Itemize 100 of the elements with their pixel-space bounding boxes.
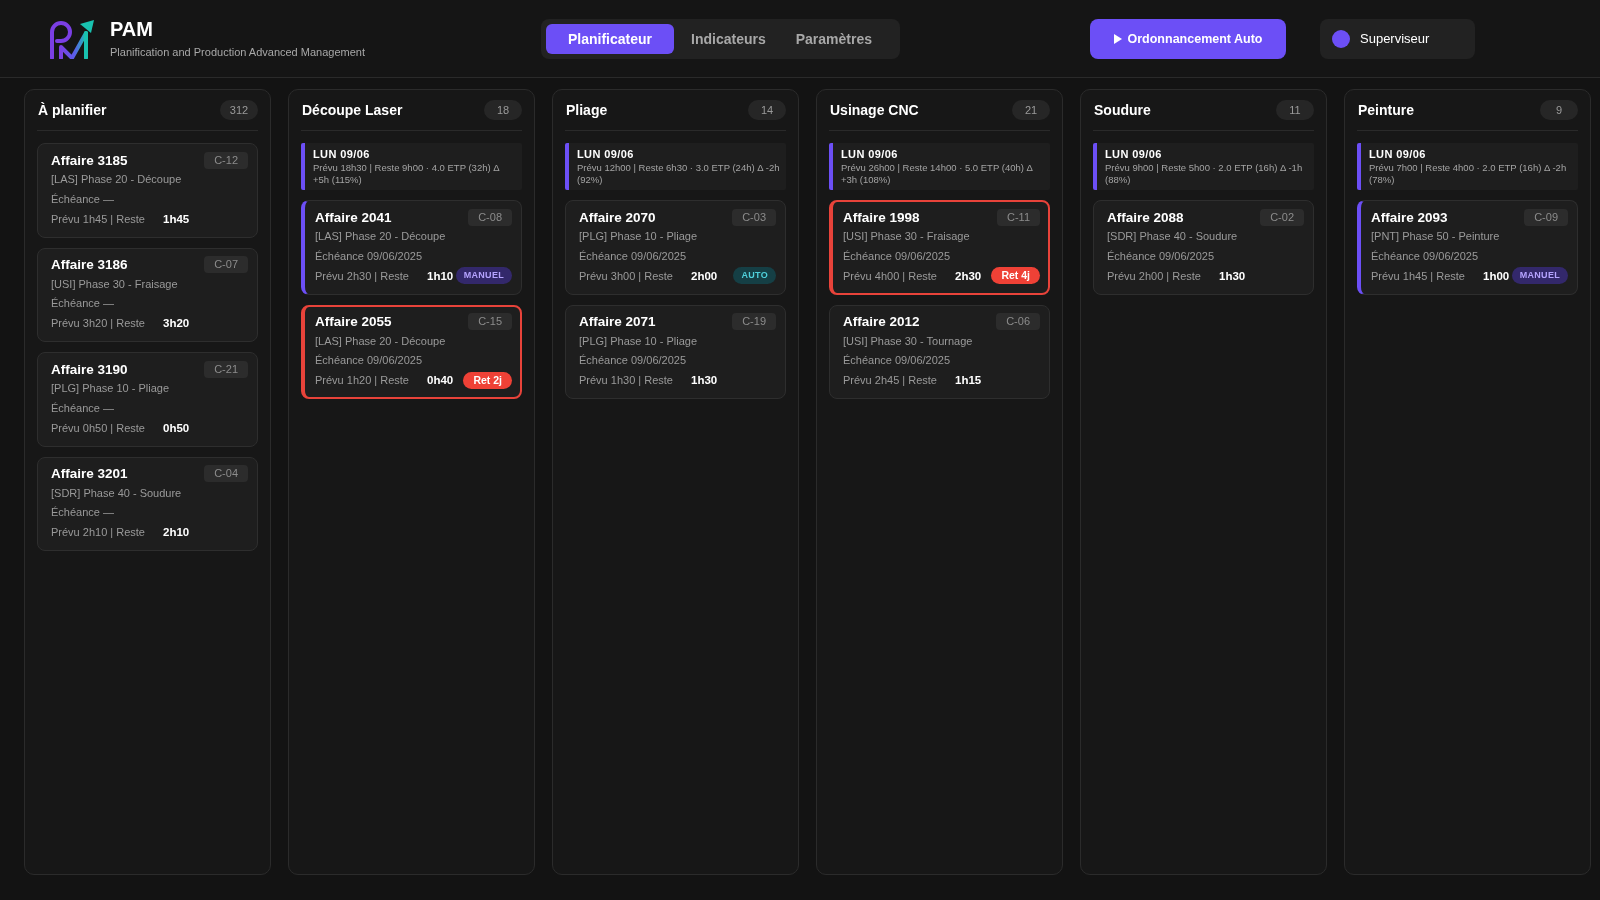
job-card[interactable]: Affaire 3186 C-07 [USI] Phase 30 - Fraisage Échéance — Prévu 3h20 | Reste 3h20: [37, 247, 258, 342]
phase-text: [SDR] Phase 40 - Soudure: [51, 485, 183, 501]
phase-text: [USI] Phase 30 - Tournage: [843, 333, 974, 349]
column-title: À planifier: [38, 102, 107, 118]
code-tag: C-11: [996, 208, 1040, 226]
remaining-value: 1h00: [1483, 269, 1510, 282]
planned-text: Prévu 1h30 | Reste: [579, 374, 674, 387]
nav-tab[interactable]: Paramètres: [782, 23, 885, 54]
job-card[interactable]: Affaire 2071 C-19 [PLG] Phase 10 - Pliage Échéance 09/06/2025 Prévu 1h30 | Reste 1h30: [565, 304, 786, 399]
column-title: Peinture: [1358, 102, 1414, 118]
code-tag: C-12: [204, 151, 248, 169]
job-card[interactable]: Affaire 2012 C-06 [USI] Phase 30 - Tournage Échéance 09/06/2025 Prévu 2h45 | Reste 1h15: [829, 304, 1050, 399]
remaining-value: 1h10: [427, 269, 454, 282]
planned-text: Prévu 2h00 | Reste: [1107, 269, 1202, 282]
job-card[interactable]: Affaire 2041 C-08 [LAS] Phase 20 - Découpe Échéance 09/06/2025 Prévu 2h30 | Reste 1h10 MANUEL: [301, 200, 522, 295]
job-card[interactable]: Affaire 2088 C-02 [SDR] Phase 40 - Soudure Échéance 09/06/2025 Prévu 2h00 | Reste 1h30: [1093, 200, 1314, 295]
user-button[interactable]: Superviseur: [1320, 18, 1475, 59]
planned-text: Prévu 3h00 | Reste: [579, 269, 674, 282]
remaining-value: 1h45: [163, 212, 190, 225]
planned-text: Prévu 1h45 | Reste: [1371, 269, 1466, 282]
mode-badge: MANUEL: [455, 267, 512, 285]
job-title: Affaire 2012: [843, 314, 920, 329]
job-title: Affaire 3201: [51, 466, 128, 481]
phase-text: [LAS] Phase 20 - Découpe: [51, 172, 183, 187]
job-title: Affaire 2071: [579, 314, 656, 329]
mode-badge: MANUEL: [1511, 267, 1568, 285]
day-summary-text: Prévu 18h30 | Reste 9h00 · 4.0 ETP (32h) Δ +5h (115%): [313, 162, 501, 186]
nav-tab[interactable]: Indicateurs: [678, 23, 779, 54]
planned-text: Prévu 2h45 | Reste: [843, 374, 938, 387]
count-badge: 14: [748, 100, 786, 120]
phase-text: [PLG] Phase 10 - Pliage: [579, 229, 698, 244]
column-title: Pliage: [566, 102, 608, 118]
due-date-text: Échéance —: [51, 505, 115, 520]
job-title: Affaire 3185: [51, 152, 128, 168]
job-card[interactable]: Affaire 2055 C-15 [LAS] Phase 20 - Découpe Échéance 09/06/2025 Prévu 1h20 | Reste 0h40 Ret 2j: [301, 304, 522, 399]
due-date-text: Échéance 09/06/2025: [579, 353, 688, 368]
job-card[interactable]: Affaire 2070 C-03 [PLG] Phase 10 - Pliage Échéance 09/06/2025 Prévu 3h00 | Reste 2h00 AUTO: [565, 200, 786, 295]
day-summary-text: Prévu 12h00 | Reste 6h30 · 3.0 ETP (24h) Δ -2h (92%): [577, 162, 780, 186]
planned-text: Prévu 3h20 | Reste: [51, 317, 146, 330]
day-summary-text: Prévu 26h00 | Reste 14h00 · 5.0 ETP (40h) Δ +3h (108%): [841, 162, 1034, 186]
remaining-value: 2h30: [955, 269, 982, 282]
job-card[interactable]: Affaire 2093 C-09 [PNT] Phase 50 - Peinture Échéance 09/06/2025 Prévu 1h45 | Reste 1h00 MANUEL: [1357, 200, 1578, 295]
job-title: Affaire 2070: [579, 209, 656, 225]
remaining-value: 2h10: [163, 526, 190, 539]
day-summary-text: Prévu 9h00 | Reste 5h00 · 2.0 ETP (16h) Δ -1h (88%): [1105, 162, 1304, 186]
job-card[interactable]: Affaire 3185 C-12 [LAS] Phase 20 - Découpe Échéance — Prévu 1h45 | Reste 1h45: [37, 143, 258, 238]
planned-text: Prévu 2h10 | Reste: [51, 526, 146, 539]
code-tag: C-07: [204, 256, 248, 273]
job-card[interactable]: Affaire 3201 C-04 [SDR] Phase 40 - Soudure Échéance — Prévu 2h10 | Reste 2h10: [37, 456, 258, 551]
planned-text: Prévu 1h45 | Reste: [51, 212, 146, 225]
phase-text: [SDR] Phase 40 - Soudure: [1107, 229, 1239, 244]
code-tag: C-19: [732, 313, 776, 330]
job-title: Affaire 2055: [315, 314, 392, 329]
job-title: Affaire 3186: [51, 257, 128, 272]
app-subtitle: Planification and Production Advanced Management: [110, 45, 365, 59]
phase-text: [USI] Phase 30 - Fraisage: [51, 276, 179, 292]
phase-text: [LAS] Phase 20 - Découpe: [315, 333, 447, 349]
app-title: PAM: [110, 18, 154, 40]
count-badge: 9: [1540, 100, 1578, 120]
column-title: Découpe Laser: [302, 102, 403, 118]
day-label: LUN 09/06: [577, 147, 635, 161]
remaining-value: 1h30: [691, 374, 718, 387]
phase-text: [PLG] Phase 10 - Pliage: [51, 381, 170, 396]
mode-badge: AUTO: [733, 267, 776, 285]
remaining-value: 1h30: [1219, 269, 1246, 282]
due-date-text: Échéance 09/06/2025: [315, 353, 424, 368]
auto-schedule-button[interactable]: Ordonnancement Auto: [1090, 18, 1286, 59]
count-badge: 11: [1276, 100, 1314, 120]
day-label: LUN 09/06: [841, 147, 899, 161]
job-title: Affaire 2041: [315, 209, 392, 225]
code-tag: C-08: [468, 208, 512, 226]
remaining-value: 0h40: [427, 374, 454, 387]
day-summary-text: Prévu 7h00 | Reste 4h00 · 2.0 ETP (16h) Δ -2h (78%): [1369, 162, 1568, 186]
phase-text: [PLG] Phase 10 - Pliage: [579, 333, 698, 349]
job-title: Affaire 2088: [1107, 209, 1184, 225]
code-tag: C-04: [204, 465, 248, 482]
due-date-text: Échéance —: [51, 296, 115, 311]
play-icon: [1113, 33, 1122, 44]
due-date-text: Échéance 09/06/2025: [843, 248, 952, 264]
remaining-value: 3h20: [163, 317, 190, 330]
due-date-text: Échéance 09/06/2025: [315, 248, 424, 264]
column-title: Usinage CNC: [830, 102, 919, 118]
column-title: Soudure: [1094, 102, 1151, 118]
job-title: Affaire 2093: [1371, 209, 1448, 225]
count-badge: 312: [220, 100, 258, 120]
planned-text: Prévu 0h50 | Reste: [51, 421, 146, 434]
logo-icon: [48, 18, 96, 59]
job-card[interactable]: Affaire 3190 C-21 [PLG] Phase 10 - Pliage Échéance — Prévu 0h50 | Reste 0h50: [37, 352, 258, 447]
due-date-text: Échéance 09/06/2025: [579, 248, 688, 264]
remaining-value: 1h15: [955, 374, 982, 387]
planned-text: Prévu 1h20 | Reste: [315, 374, 410, 387]
job-card[interactable]: Affaire 1998 C-11 [USI] Phase 30 - Fraisage Échéance 09/06/2025 Prévu 4h00 | Reste 2h30 Ret 4j: [829, 200, 1050, 295]
due-date-text: Échéance —: [51, 400, 115, 416]
avatar-icon: [1332, 29, 1350, 48]
job-title: Affaire 3190: [51, 361, 128, 377]
planned-text: Prévu 2h30 | Reste: [315, 269, 410, 282]
due-date-text: Échéance 09/06/2025: [843, 353, 952, 368]
nav-tab[interactable]: Planificateur: [546, 23, 675, 54]
phase-text: [PNT] Phase 50 - Peinture: [1371, 229, 1501, 244]
delay-badge: Ret 2j: [463, 371, 512, 389]
